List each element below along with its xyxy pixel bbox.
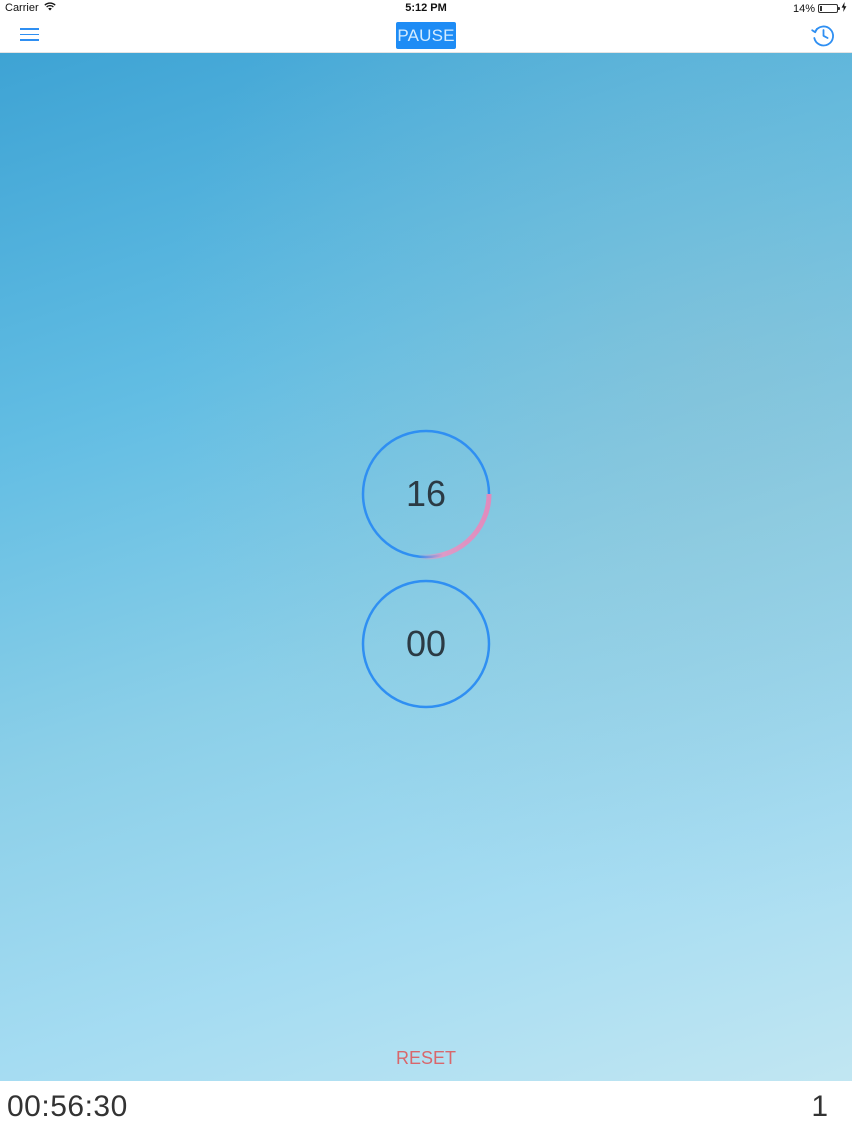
seconds-timer-circle[interactable]: 16 bbox=[358, 426, 494, 562]
battery-icon bbox=[818, 4, 840, 13]
seconds-value: 16 bbox=[405, 473, 447, 514]
status-right: 14% bbox=[793, 2, 847, 15]
status-bar: Carrier 5:12 PM 14% bbox=[0, 0, 852, 18]
total-time-display: 00:56:30 bbox=[7, 1090, 128, 1123]
battery-fill bbox=[820, 6, 822, 11]
history-clock-icon[interactable] bbox=[810, 22, 836, 48]
battery-percent: 14% bbox=[792, 2, 815, 15]
round-count: 1 bbox=[811, 1090, 828, 1123]
rounds-value: 00 bbox=[405, 623, 447, 664]
charging-bolt-icon bbox=[841, 2, 847, 15]
status-time: 5:12 PM bbox=[405, 2, 447, 14]
reset-button[interactable]: RESET bbox=[386, 1048, 466, 1069]
rounds-timer-circle[interactable]: 00 bbox=[358, 576, 494, 712]
timer-main-area: 16 00 RESET bbox=[0, 53, 852, 1081]
bottom-bar: 00:56:30 1 bbox=[0, 1081, 852, 1136]
pause-button[interactable]: PAUSE bbox=[396, 22, 456, 49]
nav-bar: PAUSE bbox=[0, 18, 852, 53]
hamburger-menu-icon[interactable] bbox=[20, 28, 39, 41]
